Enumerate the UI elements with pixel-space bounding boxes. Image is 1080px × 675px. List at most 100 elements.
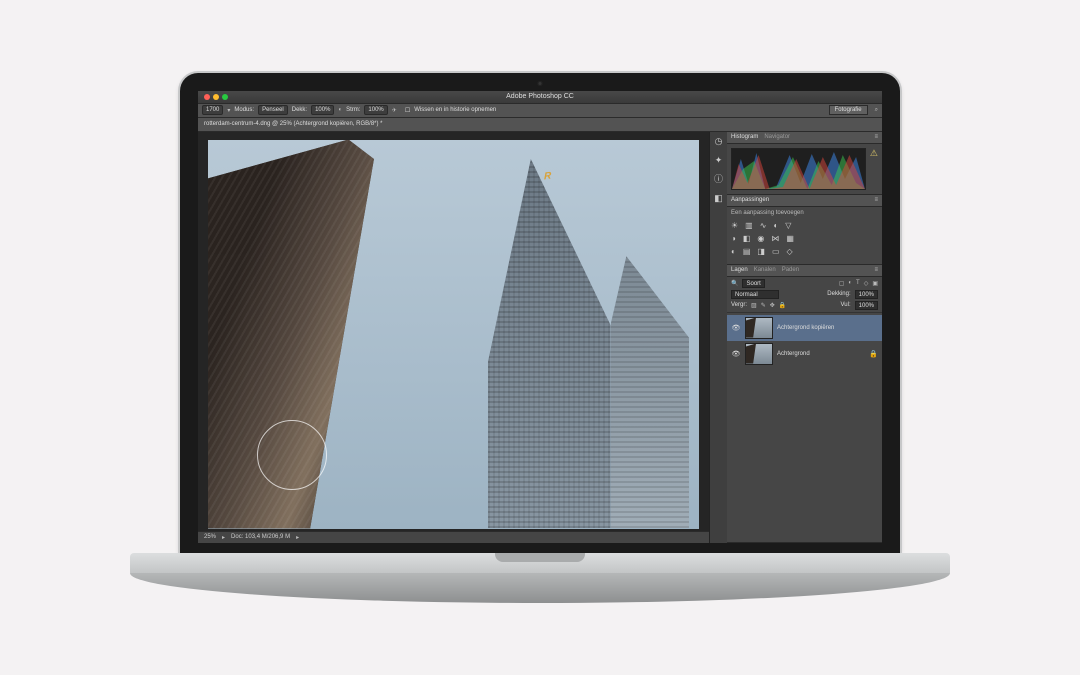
- adjustments-row-2[interactable]: ◑ ◧ ◉ ⋈ ▦: [731, 232, 878, 245]
- tab-paths[interactable]: Paden: [782, 267, 799, 273]
- blend-mode-select[interactable]: Normaal: [731, 290, 779, 299]
- workspace-select[interactable]: Fotografie: [829, 105, 868, 115]
- main-area: R 25% ▸ Doc: 103,4 M/206,9 M ▸ ◷ ✦ ⓘ ◧: [198, 132, 882, 543]
- histogram-graph[interactable]: [731, 148, 866, 190]
- gradient-map-icon[interactable]: ▭: [772, 247, 780, 256]
- brightness-icon[interactable]: ☀: [731, 221, 738, 230]
- search-icon[interactable]: ⌕: [875, 107, 878, 114]
- mode-label: Modus:: [234, 107, 254, 113]
- minimize-icon[interactable]: [213, 94, 219, 100]
- erase-history-checkbox[interactable]: ☐: [405, 107, 410, 114]
- lock-position-icon[interactable]: ✥: [770, 302, 775, 309]
- tab-navigator[interactable]: Navigator: [764, 134, 790, 140]
- filter-shape-icon[interactable]: ◇: [864, 280, 869, 287]
- close-icon[interactable]: [204, 94, 210, 100]
- histogram-panel-header[interactable]: Histogram Navigator ≡: [727, 132, 882, 144]
- selective-color-icon[interactable]: ◇: [787, 247, 793, 256]
- adjustments-panel-header[interactable]: Aanpassingen ≡: [727, 195, 882, 207]
- webcam-dot: [538, 81, 543, 86]
- posterize-icon[interactable]: ▤: [743, 247, 751, 256]
- right-panels: Histogram Navigator ≡: [727, 132, 882, 543]
- layer-list[interactable]: 👁 Achtergrond kopiëren 👁 Achtergrond 🔒: [727, 313, 882, 542]
- document-canvas[interactable]: R: [208, 140, 699, 529]
- filter-text-icon[interactable]: T: [856, 280, 860, 286]
- image-building-right: [611, 256, 690, 528]
- tab-histogram[interactable]: Histogram: [731, 134, 758, 140]
- status-bar[interactable]: 25% ▸ Doc: 103,4 M/206,9 M ▸: [198, 531, 709, 543]
- mode-select[interactable]: Penseel: [258, 105, 288, 115]
- fx-icon[interactable]: ✦: [713, 155, 724, 166]
- layers-panel-header[interactable]: Lagen Kanalen Paden ≡: [727, 265, 882, 277]
- status-chevron-icon[interactable]: ▸: [222, 534, 225, 541]
- pressure-opacity-icon[interactable]: ◐: [338, 107, 342, 113]
- layer-thumbnail[interactable]: [745, 317, 773, 339]
- hue-icon[interactable]: ◑: [731, 234, 736, 243]
- document-tab-label: rotterdam-centrum-4.dng @ 25% (Achtergro…: [204, 121, 383, 127]
- layer-thumbnail[interactable]: [745, 343, 773, 365]
- panel-menu-icon[interactable]: ≡: [874, 197, 878, 203]
- image-building-left: [208, 140, 463, 529]
- layer-opacity-field[interactable]: 100%: [855, 290, 878, 299]
- exposure-icon[interactable]: ◐: [773, 221, 778, 230]
- tab-layers[interactable]: Lagen: [731, 267, 748, 273]
- canvas-area: R 25% ▸ Doc: 103,4 M/206,9 M ▸: [198, 132, 709, 543]
- channel-mixer-icon[interactable]: ⋈: [771, 234, 779, 243]
- panel-icon-bar[interactable]: ◷ ✦ ⓘ ◧: [709, 132, 727, 543]
- window-controls[interactable]: [204, 94, 228, 100]
- visibility-icon[interactable]: 👁: [731, 350, 741, 358]
- lock-transparent-icon[interactable]: ▨: [751, 302, 757, 309]
- layer-row[interactable]: 👁 Achtergrond kopiëren: [727, 315, 882, 341]
- panel-menu-icon[interactable]: ≡: [874, 134, 878, 140]
- layer-name[interactable]: Achtergrond kopiëren: [777, 325, 834, 331]
- histogram-panel: Histogram Navigator ≡: [727, 132, 882, 195]
- layer-name[interactable]: Achtergrond: [777, 351, 810, 357]
- zoom-level[interactable]: 25%: [204, 534, 216, 540]
- history-icon[interactable]: ◷: [713, 136, 724, 147]
- bw-icon[interactable]: ◧: [743, 234, 751, 243]
- flow-field[interactable]: 100%: [364, 105, 387, 115]
- laptop-base: [130, 553, 950, 603]
- brush-cursor-circle: [257, 420, 327, 490]
- histogram-body: ⚠: [727, 144, 882, 194]
- opacity-field[interactable]: 100%: [311, 105, 334, 115]
- tab-adjustments[interactable]: Aanpassingen: [731, 197, 769, 203]
- filter-type-select[interactable]: Soort: [742, 279, 764, 288]
- curves-icon[interactable]: ∿: [760, 221, 767, 230]
- status-menu-icon[interactable]: ▸: [296, 534, 299, 541]
- panel-menu-icon[interactable]: ≡: [874, 267, 878, 273]
- opacity-label: Dekk:: [292, 107, 307, 113]
- lock-all-icon[interactable]: 🔒: [779, 302, 786, 309]
- layer-row[interactable]: 👁 Achtergrond 🔒: [727, 341, 882, 367]
- lock-pixels-icon[interactable]: ✎: [761, 302, 766, 309]
- adjustments-row-3[interactable]: ◐ ▤ ◨ ▭ ◇: [731, 245, 878, 258]
- lock-icon: 🔒: [869, 350, 878, 358]
- vibrance-icon[interactable]: ▽: [785, 221, 791, 230]
- laptop-screen-bezel: Adobe Photoshop CC 1700 ▾ Modus: Penseel…: [180, 73, 900, 553]
- photo-filter-icon[interactable]: ◉: [757, 234, 764, 243]
- options-bar[interactable]: 1700 ▾ Modus: Penseel Dekk: 100% ◐ Strm:…: [198, 104, 882, 118]
- brush-size-field[interactable]: 1700: [202, 105, 223, 115]
- palette-icon[interactable]: ◧: [713, 193, 724, 204]
- filter-type-icon[interactable]: 🔍: [731, 280, 738, 287]
- lut-icon[interactable]: ▦: [786, 234, 794, 243]
- invert-icon[interactable]: ◐: [731, 247, 736, 256]
- filter-smart-icon[interactable]: ▣: [872, 280, 878, 287]
- fill-field[interactable]: 100%: [855, 301, 878, 310]
- layer-opacity-label: Dekking:: [827, 291, 850, 297]
- window-titlebar[interactable]: Adobe Photoshop CC: [198, 91, 882, 104]
- adjustments-row-1[interactable]: ☀ ▥ ∿ ◐ ▽: [731, 219, 878, 232]
- info-icon[interactable]: ⓘ: [713, 174, 724, 185]
- levels-icon[interactable]: ▥: [745, 221, 753, 230]
- brush-picker-icon[interactable]: ▾: [227, 107, 230, 114]
- tab-channels[interactable]: Kanalen: [754, 267, 776, 273]
- erase-history-label: Wissen en in historie opnemen: [414, 107, 496, 113]
- airbrush-icon[interactable]: ✈: [392, 107, 397, 114]
- document-tab[interactable]: rotterdam-centrum-4.dng @ 25% (Achtergro…: [198, 118, 882, 132]
- visibility-icon[interactable]: 👁: [731, 324, 741, 332]
- threshold-icon[interactable]: ◨: [757, 247, 765, 256]
- filter-pixel-icon[interactable]: ▢: [839, 280, 845, 287]
- adjustments-hint: Een aanpassing toevoegen: [731, 210, 878, 216]
- filter-adjust-icon[interactable]: ◐: [848, 280, 852, 286]
- maximize-icon[interactable]: [222, 94, 228, 100]
- histogram-warning-icon[interactable]: ⚠: [870, 148, 878, 159]
